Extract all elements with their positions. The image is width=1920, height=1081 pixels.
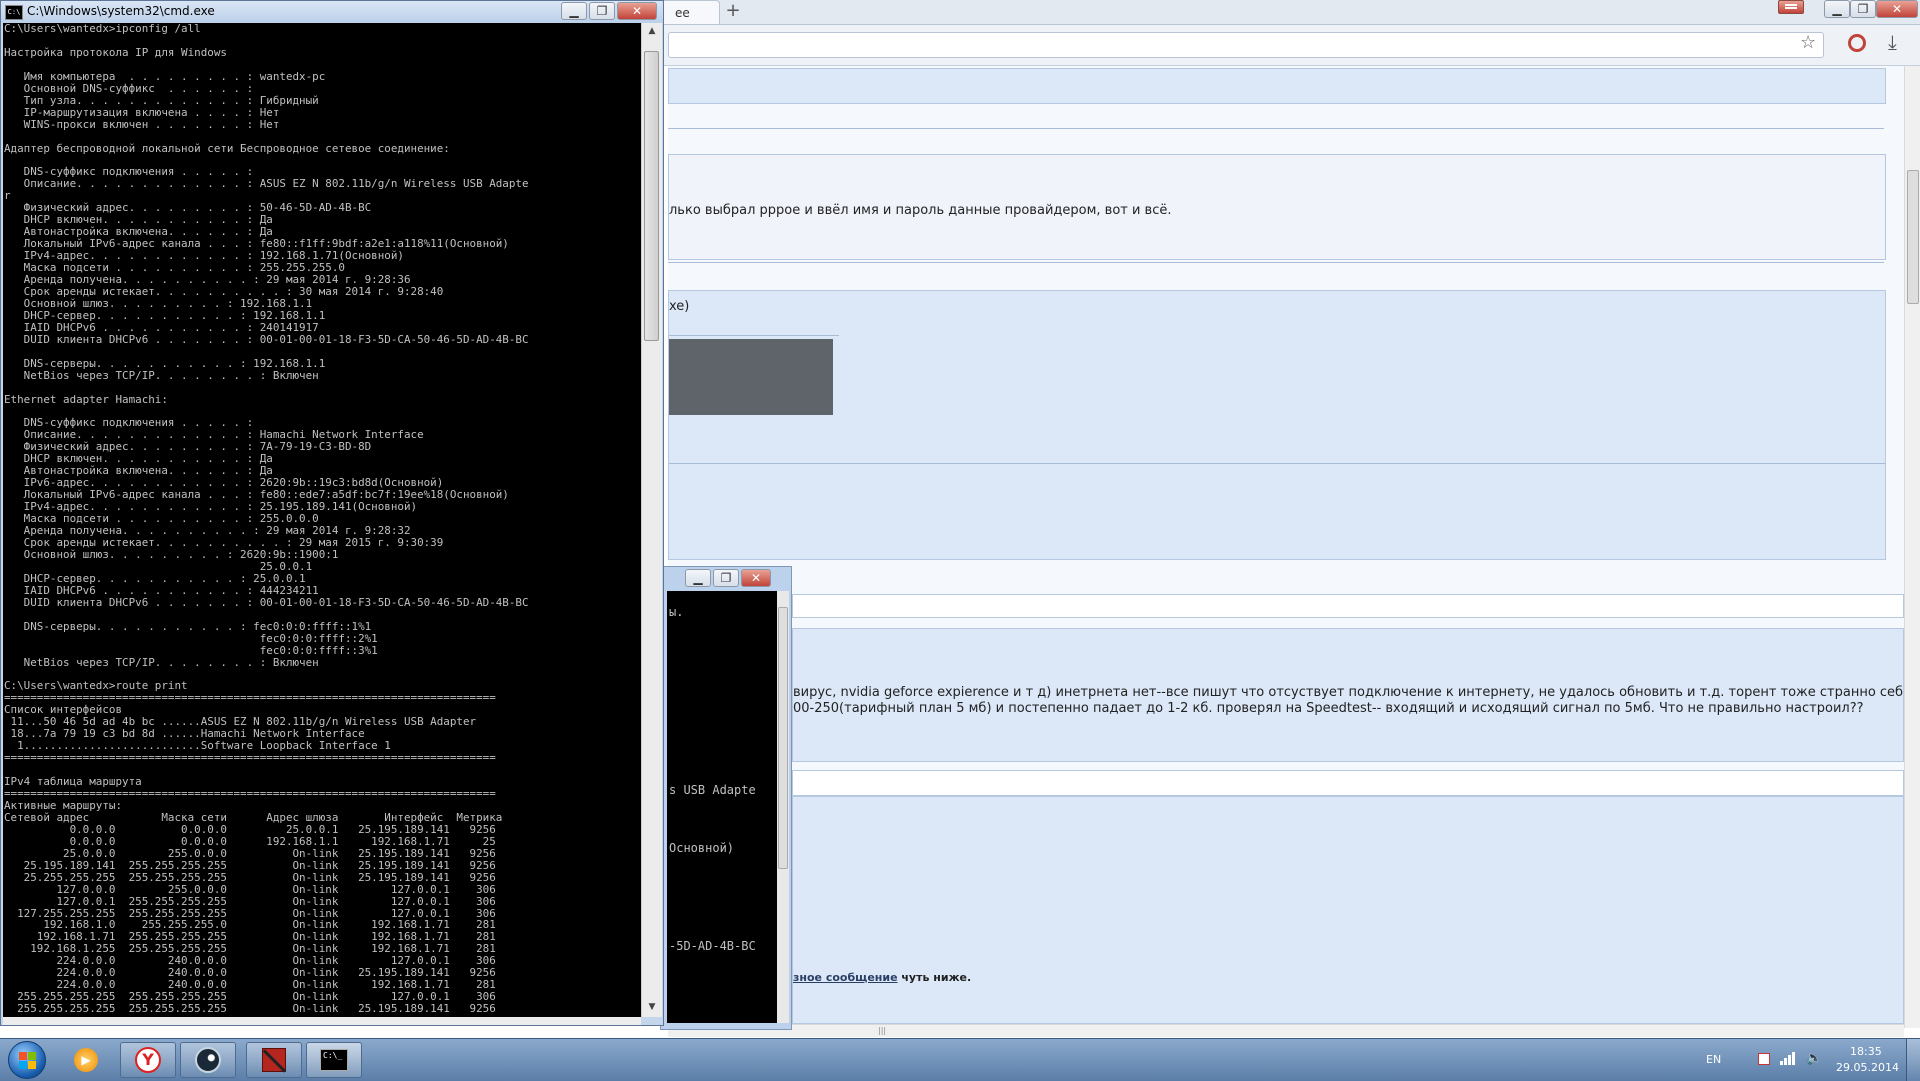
forum-post: лько выбрал pppoe и ввёл имя и пароль да… <box>668 154 1886 260</box>
forum-row <box>668 68 1886 104</box>
console-output[interactable]: C:\Users\wantedx>ipconfig /all Настройка… <box>3 23 641 1017</box>
cmd-icon: C:\_ <box>320 1049 348 1071</box>
address-bar[interactable] <box>668 32 1824 58</box>
console-horizontal-scrollbar[interactable] <box>3 1017 641 1025</box>
clock-date[interactable]: 29.05.2014 <box>1836 1061 1899 1074</box>
console-app-icon[interactable]: C:\ <box>5 5 23 20</box>
forum-divider <box>668 262 1884 263</box>
forum-post-text: 00-250(тарифный план 5 мб) и постепенно … <box>793 701 1864 716</box>
taskbar-yandex-browser[interactable]: Y <box>120 1042 176 1078</box>
forum-image <box>669 339 833 415</box>
forum-row <box>792 770 1904 796</box>
language-indicator[interactable]: EN <box>1706 1053 1721 1066</box>
download-icon[interactable]: ⤓ <box>1888 30 1897 54</box>
console2-line: s USB Adapte <box>669 783 756 797</box>
forum-divider <box>668 128 1884 129</box>
console2-scrollbar[interactable] <box>777 591 789 1023</box>
browser-close-button[interactable]: ✕ <box>1876 0 1918 18</box>
forum-post: вирус, nvidia geforce expierence и т д) … <box>792 628 1904 762</box>
forum-note: зное сообщение чуть ниже. <box>793 971 971 984</box>
console-maximize-button[interactable]: ❐ <box>589 2 615 20</box>
tray-flag-icon[interactable] <box>1758 1053 1770 1065</box>
console2-close-button[interactable]: ✕ <box>741 569 771 587</box>
scroll-up-icon[interactable]: ▲ <box>642 23 662 39</box>
console2-line: -5D-AD-4B-BC <box>669 939 756 953</box>
scrollbar-thumb[interactable] <box>1907 170 1919 304</box>
forum-page-lower: вирус, nvidia geforce expierence и т д) … <box>792 568 1904 1024</box>
console-close-button[interactable]: ✕ <box>617 2 657 20</box>
scrollbar-thumb[interactable] <box>778 607 788 869</box>
scroll-grip-icon: ||| <box>878 1026 887 1035</box>
volume-icon[interactable]: 🔈 <box>1806 1051 1822 1066</box>
adblock-icon[interactable] <box>1848 34 1866 52</box>
browser-horizontal-scrollbar[interactable]: ||| <box>668 1024 1904 1037</box>
console-text: C:\Users\wantedx>ipconfig /all Настройка… <box>4 23 529 1016</box>
yandex-icon: Y <box>135 1047 161 1073</box>
start-button[interactable] <box>8 1041 46 1079</box>
browser-vertical-scrollbar[interactable] <box>1904 66 1920 1028</box>
show-desktop-button[interactable] <box>1906 1039 1920 1081</box>
new-tab-button[interactable]: + <box>720 0 746 24</box>
taskbar: ▶ Y C:\_ EN 🔈 18:35 29.05.2014 <box>0 1038 1920 1081</box>
network-icon[interactable] <box>1780 1051 1796 1065</box>
forum-post-text: вирус, nvidia geforce expierence и т д) … <box>793 685 1904 700</box>
second-console-window[interactable]: ▁ ❐ ✕ ы. s USB Adapte Основной) -5D-AD-4… <box>660 566 792 1030</box>
dota2-icon <box>262 1048 287 1073</box>
console2-output: ы. s USB Adapte Основной) -5D-AD-4B-BC <box>667 591 777 1023</box>
console2-maximize-button[interactable]: ❐ <box>713 569 739 587</box>
console2-line: ы. <box>669 605 684 619</box>
steam-icon <box>195 1047 221 1073</box>
forum-divider <box>669 463 1885 464</box>
scroll-down-icon[interactable]: ▼ <box>642 999 662 1015</box>
bookmark-star-icon[interactable]: ☆ <box>1800 32 1816 53</box>
forum-link[interactable]: зное сообщение <box>793 971 898 984</box>
forum-post: зное сообщение чуть ниже. <box>792 796 1904 1024</box>
console-vertical-scrollbar[interactable]: ▲ ▼ <box>641 23 662 1017</box>
console-window[interactable]: C:\ C:\Windows\system32\cmd.exe ▁ ❐ ✕ C:… <box>0 0 664 1026</box>
console2-line: Основной) <box>669 841 735 855</box>
media-player-icon: ▶ <box>74 1048 98 1072</box>
browser-maximize-button[interactable]: ❐ <box>1850 0 1876 18</box>
forum-post-text: xe) <box>669 299 690 314</box>
taskbar-media-player[interactable]: ▶ <box>58 1042 114 1078</box>
forum-note-text: чуть ниже. <box>897 971 972 984</box>
browser-minimize-button[interactable]: ▁ <box>1824 0 1850 18</box>
clock-time[interactable]: 18:35 <box>1850 1045 1882 1058</box>
console2-minimize-button[interactable]: ▁ <box>685 569 711 587</box>
browser-menu-icon[interactable] <box>1778 0 1804 14</box>
forum-post-text: лько выбрал pppoe и ввёл имя и пароль да… <box>669 203 1172 218</box>
taskbar-command-prompt[interactable]: C:\_ <box>306 1042 362 1078</box>
taskbar-steam[interactable] <box>180 1042 236 1078</box>
forum-post: xe) <box>668 290 1886 560</box>
console-minimize-button[interactable]: ▁ <box>561 2 587 20</box>
console-title: C:\Windows\system32\cmd.exe <box>27 4 215 18</box>
forum-row <box>792 594 1904 618</box>
forum-divider <box>669 335 839 336</box>
taskbar-dota2[interactable] <box>246 1042 302 1078</box>
scrollbar-thumb[interactable] <box>644 51 659 341</box>
